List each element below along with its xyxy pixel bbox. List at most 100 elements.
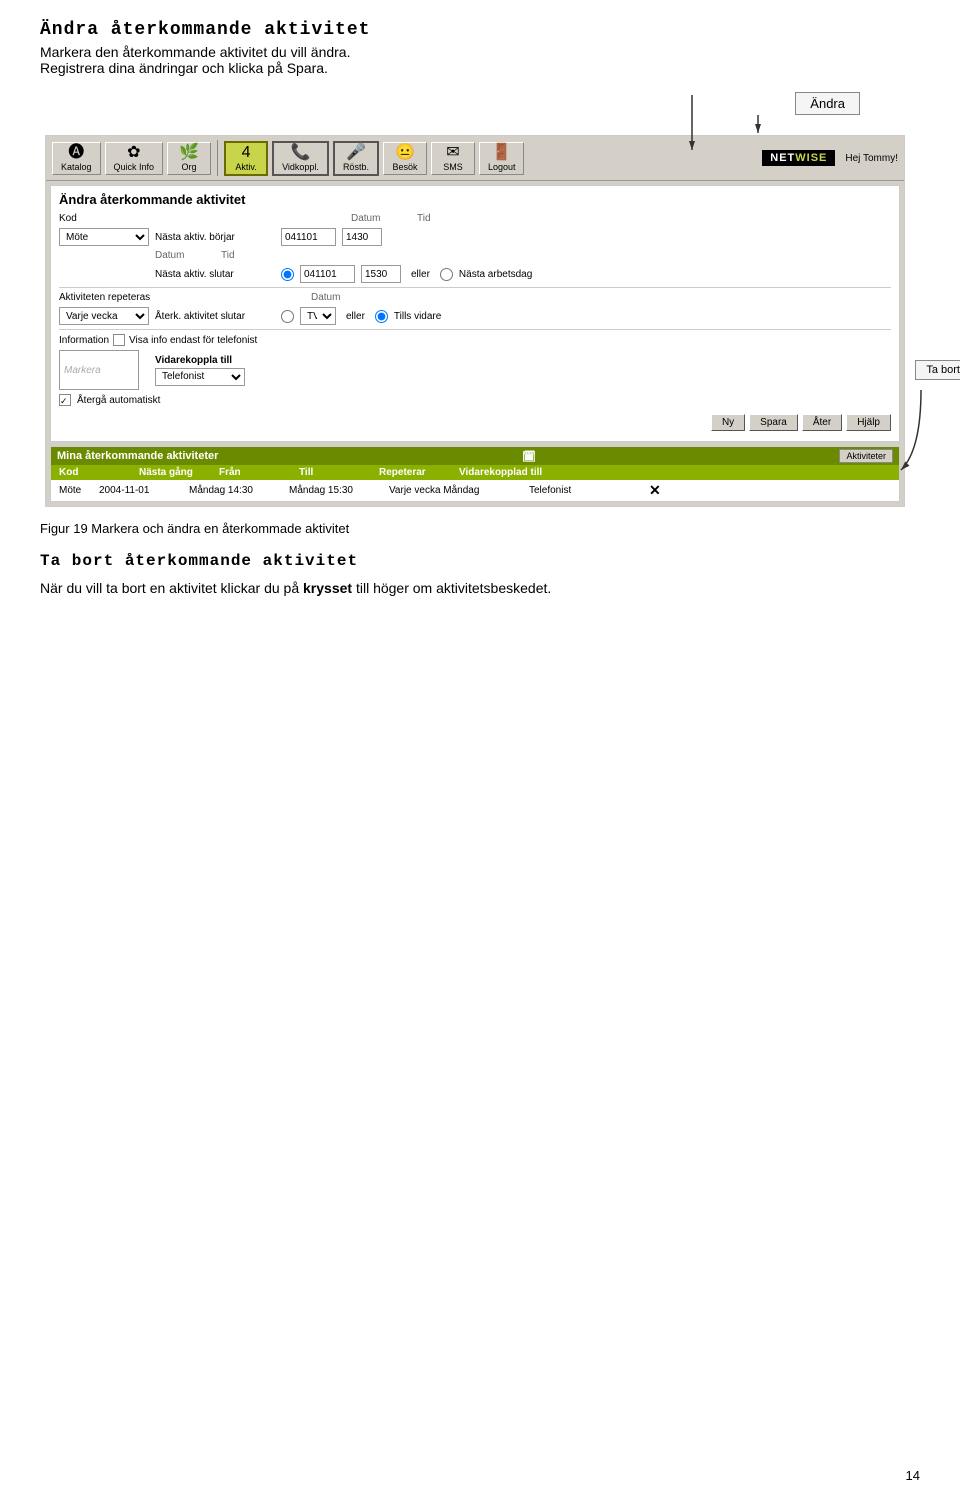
nasta-borjar-label: Nästa aktiv. börjar [155, 232, 275, 243]
aterk-radio-2[interactable] [375, 310, 388, 323]
nasta-borjar-row: Möte Nästa aktiv. börjar [59, 228, 891, 246]
tills-vidare-label: Tills vidare [394, 311, 441, 322]
logout-btn[interactable]: 🚪 Logout [479, 142, 525, 175]
vidarekoppla-group: Vidarekoppla till Telefonist [155, 355, 245, 386]
katalog-icon: 🅐 [68, 145, 84, 161]
ny-button[interactable]: Ny [711, 414, 745, 431]
org-btn[interactable]: 🌿 Org [167, 142, 211, 175]
nasta-slutar-label: Nästa aktiv. slutar [155, 269, 275, 280]
datum-label2: Datum [155, 250, 215, 261]
form-area: Ändra återkommande aktivitet Kod Datum T… [50, 185, 900, 442]
info-row: Information Visa info endast för telefon… [59, 334, 891, 346]
td-till: Måndag 15:30 [285, 485, 385, 496]
besok-icon: 😐 [395, 145, 415, 161]
info-checkbox[interactable] [113, 334, 125, 346]
table-title: Mina återkommande aktiviteter [57, 450, 218, 462]
markera-area[interactable]: Markera [59, 350, 139, 390]
aterk-datum-select[interactable]: TV [300, 307, 336, 325]
top-nav: 🅐 Katalog ✿ Quick Info 🌿 Org 4 Aktiv. 📞 … [46, 136, 904, 181]
ater-button[interactable]: Åter [802, 414, 842, 431]
spara-button[interactable]: Spara [749, 414, 798, 431]
repeteras-row: Varje vecka Återk. aktivitet slutar TV e… [59, 307, 891, 325]
app-screenshot: 🅐 Katalog ✿ Quick Info 🌿 Org 4 Aktiv. 📞 … [40, 135, 910, 507]
bottom-title-bar: Mina återkommande aktiviteter 🗓 Aktivite… [51, 447, 899, 465]
aktiviteter-icon: 🗓 [522, 450, 536, 463]
eller-label: eller [407, 269, 434, 280]
nasta-slutar-row: Datum Tid [59, 250, 891, 261]
td-vidarekopplad: Telefonist [525, 485, 645, 496]
slutar-radio-1[interactable] [281, 268, 294, 281]
vidarekoppla-header: Vidarekoppla till [155, 355, 245, 366]
form-title: Ändra återkommande aktivitet [59, 192, 891, 207]
rostb-btn[interactable]: 🎤 Röstb. [333, 141, 379, 176]
andra-annotation-container: Ändra [40, 92, 920, 115]
kod-header: Kod [59, 213, 179, 224]
aterk-slutar-label: Återk. aktivitet slutar [155, 311, 275, 322]
table-header: Kod Nästa gång Från Till Repeterar Vidar… [51, 465, 899, 480]
datum-borjar-input[interactable] [281, 228, 336, 246]
logout-icon: 🚪 [492, 145, 512, 161]
vidarekoppla-section: Markera Vidarekoppla till Telefonist [59, 350, 891, 390]
th-vidarekopplad: Vidarekopplad till [455, 467, 546, 478]
repeteras-header-row: Aktiviteten repeteras Datum [59, 292, 891, 303]
page-number: 14 [906, 1468, 920, 1483]
th-fran: Från [215, 467, 295, 478]
app-window: 🅐 Katalog ✿ Quick Info 🌿 Org 4 Aktiv. 📞 … [45, 135, 905, 507]
slutar-radio-2[interactable] [440, 268, 453, 281]
netwise-logo: NETWISE [762, 150, 835, 166]
datum-header: Datum [351, 213, 411, 224]
besok-btn[interactable]: 😐 Besök [383, 142, 427, 175]
katalog-btn[interactable]: 🅐 Katalog [52, 142, 101, 175]
delete-row-btn[interactable]: ✕ [645, 482, 665, 499]
atergaautomatiskt-checkbox[interactable] [59, 394, 71, 406]
figure-caption: Figur 19 Markera och ändra en återkommad… [40, 521, 920, 536]
vidkoppl-icon: 📞 [291, 145, 311, 161]
th-kod: Kod [55, 467, 135, 478]
tid-slutar-input[interactable] [361, 265, 401, 283]
sms-icon: ✉ [446, 145, 459, 161]
kod-select[interactable]: Möte [59, 228, 149, 246]
tid-header: Tid [417, 213, 477, 224]
hej-tommy: Hej Tommy! [845, 153, 898, 164]
nasta-slutar-row2: Nästa aktiv. slutar eller Nästa arbetsda… [59, 265, 891, 283]
ta-bort-label-box: Ta bort [915, 360, 960, 380]
andra-arrow-svg [658, 115, 858, 135]
divider-1 [59, 287, 891, 288]
krysset-bold: krysset [303, 580, 352, 596]
section2-text: När du vill ta bort en aktivitet klickar… [40, 578, 920, 599]
datum-slutar-input[interactable] [300, 265, 355, 283]
button-row: Ny Spara Åter Hjälp [59, 410, 891, 435]
rostb-icon: 🎤 [346, 145, 366, 161]
aktiv-icon: 4 [242, 145, 251, 161]
th-till: Till [295, 467, 375, 478]
nasta-arbetsdag-label: Nästa arbetsdag [459, 269, 532, 280]
page-title: Ändra återkommande aktivitet [40, 20, 920, 40]
form-header-row: Kod Datum Tid [59, 213, 891, 224]
quick-info-icon: ✿ [127, 145, 140, 161]
table-row[interactable]: Möte 2004-11-01 Måndag 14:30 Måndag 15:3… [51, 480, 899, 501]
quick-info-btn[interactable]: ✿ Quick Info [105, 142, 164, 175]
aterk-radio-1[interactable] [281, 310, 294, 323]
tid-borjar-input[interactable] [342, 228, 382, 246]
section2-title: Ta bort återkommande aktivitet [40, 552, 920, 570]
vidkoppl-btn[interactable]: 📞 Vidkoppl. [272, 141, 329, 176]
hjalp-button[interactable]: Hjälp [846, 414, 891, 431]
sms-btn[interactable]: ✉ SMS [431, 142, 475, 175]
information-label: Information [59, 335, 109, 346]
org-icon: 🌿 [179, 145, 199, 161]
eller-label2: eller [342, 311, 369, 322]
markera-label: Markera [64, 365, 101, 376]
divider-2 [59, 329, 891, 330]
td-nasta-gang: 2004-11-01 [95, 485, 185, 496]
tid-label2: Tid [221, 250, 321, 261]
repeteras-select[interactable]: Varje vecka [59, 307, 149, 325]
aktiviteter-button[interactable]: Aktiviteter [839, 449, 893, 463]
aktiv-btn[interactable]: 4 Aktiv. [224, 141, 268, 176]
td-repeterar: Varje vecka Måndag [385, 485, 525, 496]
td-kod: Möte [55, 485, 95, 496]
subtitle1: Markera den återkommande aktivitet du vi… [40, 44, 920, 76]
th-repeterar: Repeterar [375, 467, 455, 478]
aktiviteten-repeteras-label: Aktiviteten repeteras [59, 292, 179, 303]
td-fran: Måndag 14:30 [185, 485, 285, 496]
vidarekoppla-select[interactable]: Telefonist [155, 368, 245, 386]
